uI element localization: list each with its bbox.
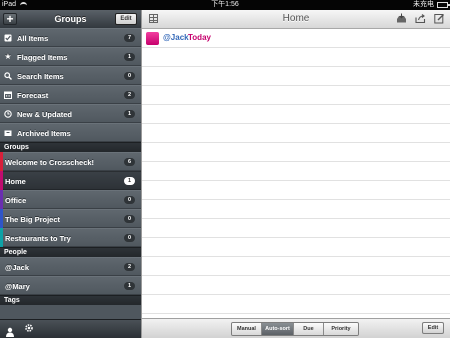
sidebar-header: + Groups Edit: [0, 10, 141, 29]
status-bar: iPad 下午1:56 未充电: [0, 0, 450, 10]
sidebar-item-label: Forecast: [17, 91, 49, 100]
inbox-tray-icon[interactable]: [396, 13, 407, 24]
sidebar-item-label: New & Updated: [17, 110, 73, 119]
tags-section-header: Tags: [0, 295, 141, 305]
group-label: The Big Project: [5, 215, 61, 224]
sidebar-item-archived-items[interactable]: Archived Items: [0, 123, 141, 142]
sidebar-item-new-updated[interactable]: New & Updated 1: [0, 104, 141, 123]
checkbox-icon: [4, 34, 12, 42]
sidebar-list: All Items 7 ★ Flagged Items 1 Search Ite…: [0, 28, 141, 305]
group-color-stripe: [0, 152, 3, 171]
sidebar-group-welcome[interactable]: Welcome to Crosscheck! 6: [0, 152, 141, 171]
sidebar-item-all-items[interactable]: All Items 7: [0, 28, 141, 47]
sort-due-button[interactable]: Due: [294, 323, 324, 335]
battery-icon: [437, 2, 450, 8]
count-badge: 1: [124, 282, 135, 290]
count-badge: 2: [124, 91, 135, 99]
task-due: Today: [188, 33, 211, 42]
task-list: @Jack Today: [142, 29, 450, 319]
sidebar-edit-button[interactable]: Edit: [115, 13, 137, 25]
groups-section-header: Groups: [0, 142, 141, 152]
task-color-swatch: [146, 32, 159, 45]
group-label: Office: [5, 196, 27, 205]
sidebar-group-restaurants[interactable]: Restaurants to Try 0: [0, 228, 141, 247]
count-badge: 0: [124, 196, 135, 204]
share-icon[interactable]: [415, 13, 426, 24]
sidebar-item-search-items[interactable]: Search Items 0: [0, 66, 141, 85]
sidebar-footer: [0, 319, 141, 338]
archive-icon: [4, 129, 12, 137]
group-color-stripe: [0, 228, 3, 247]
clock: 下午1:56: [211, 1, 239, 8]
sidebar-item-label: Search Items: [17, 72, 64, 81]
count-badge: 0: [124, 72, 135, 80]
sort-priority-button[interactable]: Priority: [324, 323, 358, 335]
sidebar: + Groups Edit All Items 7 ★ Flagged Item…: [0, 10, 141, 338]
task-row[interactable]: @Jack Today: [142, 29, 450, 47]
sidebar-group-big-project[interactable]: The Big Project 0: [0, 209, 141, 228]
count-badge: 6: [124, 158, 135, 166]
battery-status: 未充电: [413, 1, 434, 8]
count-badge: 2: [124, 263, 135, 271]
sidebar-item-forecast[interactable]: Forecast 2: [0, 85, 141, 104]
people-section-header: People: [0, 247, 141, 257]
compose-icon[interactable]: [434, 13, 445, 24]
main-pane: Home @Jack Today Manual Auto-sort Due Pr…: [141, 10, 450, 338]
group-color-stripe: [0, 171, 3, 190]
group-label: Welcome to Crosscheck!: [5, 158, 95, 167]
group-label: Restaurants to Try: [5, 234, 71, 243]
count-badge: 1: [124, 110, 135, 118]
group-color-stripe: [0, 209, 3, 228]
person-label: @Mary: [5, 282, 30, 291]
main-footer: Manual Auto-sort Due Priority Edit: [142, 318, 450, 338]
main-edit-button[interactable]: Edit: [422, 322, 444, 334]
person-icon[interactable]: [5, 324, 15, 337]
sidebar-person-mary[interactable]: @Mary 1: [0, 276, 141, 295]
sidebar-item-label: Flagged Items: [17, 53, 68, 62]
search-icon: [4, 72, 12, 80]
sidebar-group-home[interactable]: Home 1: [0, 171, 141, 190]
calendar-icon: [4, 91, 12, 99]
group-color-stripe: [0, 190, 3, 209]
gear-icon[interactable]: [24, 323, 34, 333]
count-badge: 1: [124, 53, 135, 61]
person-label: @Jack: [5, 263, 29, 272]
star-icon: ★: [4, 52, 12, 61]
count-badge: 1: [124, 177, 135, 185]
clock-icon: [4, 110, 12, 118]
task-person: @Jack: [163, 33, 189, 42]
sort-segmented-control: Manual Auto-sort Due Priority: [231, 322, 359, 336]
sidebar-person-jack[interactable]: @Jack 2: [0, 257, 141, 276]
sidebar-group-office[interactable]: Office 0: [0, 190, 141, 209]
main-header: Home: [142, 10, 450, 29]
group-label: Home: [5, 177, 26, 186]
count-badge: 7: [124, 34, 135, 42]
count-badge: 0: [124, 215, 135, 223]
sidebar-item-flagged-items[interactable]: ★ Flagged Items 1: [0, 47, 141, 66]
count-badge: 0: [124, 234, 135, 242]
sidebar-item-label: Archived Items: [17, 129, 71, 138]
sort-auto-button[interactable]: Auto-sort: [262, 323, 294, 335]
sort-manual-button[interactable]: Manual: [232, 323, 262, 335]
sidebar-item-label: All Items: [17, 34, 49, 43]
